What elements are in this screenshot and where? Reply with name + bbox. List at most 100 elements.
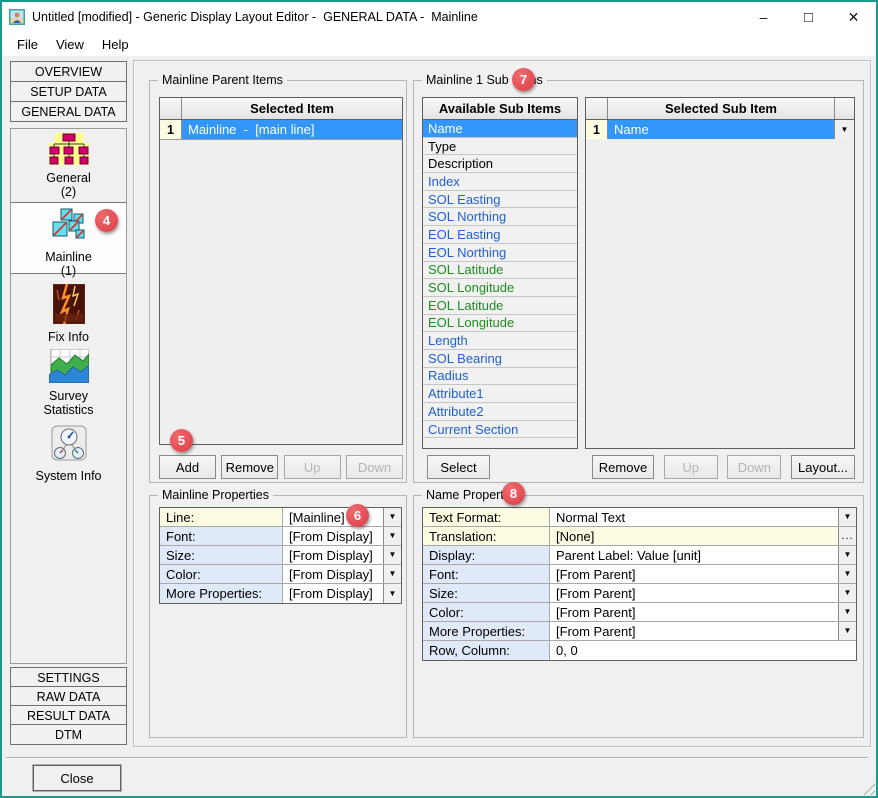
list-item[interactable]: EOL Easting: [423, 226, 577, 244]
more-properties-dropdown-button[interactable]: ▼: [383, 584, 401, 603]
sidebar-button-overview[interactable]: OVERVIEW: [10, 61, 127, 82]
add-button[interactable]: Add: [159, 455, 216, 479]
minimize-button[interactable]: –: [741, 2, 786, 32]
selected-sub-item-cell[interactable]: Name: [608, 120, 834, 139]
sidebar-item-label: Mainline: [27, 250, 111, 264]
down-sub-button[interactable]: Down: [727, 455, 781, 479]
list-item[interactable]: Index: [423, 173, 577, 191]
selected-item-cell[interactable]: Mainline - [main line]: [182, 120, 402, 139]
up-button[interactable]: Up: [284, 455, 341, 479]
list-item[interactable]: Description: [423, 155, 577, 173]
list-item[interactable]: Length: [423, 332, 577, 350]
size-value[interactable]: [From Display]: [283, 546, 383, 564]
table-row[interactable]: 1 Name ▼: [586, 120, 854, 140]
down-button[interactable]: Down: [346, 455, 403, 479]
more-properties-value[interactable]: [From Display]: [283, 584, 383, 603]
more-properties-value[interactable]: [From Parent]: [550, 622, 838, 640]
color-value[interactable]: [From Display]: [283, 565, 383, 583]
list-item[interactable]: Current Section: [423, 421, 577, 439]
display-value[interactable]: Parent Label: Value [unit]: [550, 546, 838, 564]
menu-file[interactable]: File: [8, 35, 47, 54]
property-row-text-format: Text Format: Normal Text ▼: [423, 508, 856, 527]
row-column-value[interactable]: 0, 0: [550, 641, 856, 660]
property-row-size: Size: [From Parent] ▼: [423, 584, 856, 603]
list-item[interactable]: Name: [423, 120, 577, 138]
color-dropdown-button[interactable]: ▼: [838, 603, 856, 621]
row-number-cell: 1: [160, 120, 182, 139]
list-item[interactable]: SOL Longitude: [423, 279, 577, 297]
app-icon: [9, 9, 25, 25]
property-row-font: Font: [From Display] ▼: [160, 527, 401, 546]
list-item[interactable]: EOL Northing: [423, 244, 577, 262]
window-title: Untitled [modified] - Generic Display La…: [32, 10, 741, 24]
select-button[interactable]: Select: [427, 455, 490, 479]
menu-view[interactable]: View: [47, 35, 93, 54]
translation-value[interactable]: [None]: [550, 527, 838, 545]
color-value[interactable]: [From Parent]: [550, 603, 838, 621]
sidebar-button-settings[interactable]: SETTINGS: [10, 667, 127, 688]
sidebar-button-setup-data[interactable]: SETUP DATA: [10, 81, 127, 102]
menu-bar: File View Help: [2, 32, 876, 56]
list-item[interactable]: SOL Northing: [423, 208, 577, 226]
font-dropdown-button[interactable]: ▼: [838, 565, 856, 583]
chevron-down-icon: ▼: [844, 551, 852, 559]
group-mainline-parent-items: Mainline Parent Items Selected Item 1 Ma…: [149, 80, 407, 483]
annotation-badge-8: 8: [502, 482, 525, 505]
chevron-down-icon: ▼: [389, 590, 397, 598]
list-item[interactable]: SOL Easting: [423, 191, 577, 209]
sidebar-item-survey-statistics[interactable]: Survey Statistics: [11, 347, 126, 421]
sidebar-item-system-info[interactable]: System Info: [11, 423, 126, 489]
font-dropdown-button[interactable]: ▼: [383, 527, 401, 545]
property-row-size: Size: [From Display] ▼: [160, 546, 401, 565]
list-item[interactable]: Attribute2: [423, 403, 577, 421]
sidebar-item-label: Survey Statistics: [27, 389, 111, 417]
size-dropdown-button[interactable]: ▼: [383, 546, 401, 564]
color-dropdown-button[interactable]: ▼: [383, 565, 401, 583]
group-title: Mainline Properties: [158, 488, 273, 503]
close-window-button[interactable]: ✕: [831, 2, 876, 32]
size-value[interactable]: [From Parent]: [550, 584, 838, 602]
layout-button[interactable]: Layout...: [791, 455, 855, 479]
sidebar-button-raw-data[interactable]: RAW DATA: [10, 686, 127, 707]
remove-sub-button[interactable]: Remove: [592, 455, 654, 479]
size-dropdown-button[interactable]: ▼: [838, 584, 856, 602]
group-mainline-sub-items: Mainline 1 Sub Items Available Sub Items…: [413, 80, 864, 483]
font-value[interactable]: [From Display]: [283, 527, 383, 545]
annotation-badge-6: 6: [346, 504, 369, 527]
text-format-dropdown-button[interactable]: ▼: [838, 508, 856, 526]
list-item[interactable]: EOL Latitude: [423, 297, 577, 315]
more-properties-dropdown-button[interactable]: ▼: [838, 622, 856, 640]
menu-help[interactable]: Help: [93, 35, 138, 54]
close-button[interactable]: Close: [33, 765, 121, 791]
list-item[interactable]: Radius: [423, 368, 577, 386]
sidebar-button-general-data[interactable]: GENERAL DATA: [10, 101, 127, 122]
text-format-value[interactable]: Normal Text: [550, 508, 838, 526]
chevron-down-icon: ▼: [844, 608, 852, 616]
sidebar-item-label: General: [27, 171, 111, 185]
footer-divider: [6, 757, 868, 759]
sidebar-button-result-data[interactable]: RESULT DATA: [10, 705, 127, 726]
font-value[interactable]: [From Parent]: [550, 565, 838, 583]
list-item[interactable]: SOL Latitude: [423, 262, 577, 280]
chevron-down-icon: ▼: [841, 126, 849, 134]
sub-item-dropdown-button[interactable]: ▼: [834, 120, 854, 139]
display-dropdown-button[interactable]: ▼: [838, 546, 856, 564]
list-item[interactable]: Type: [423, 138, 577, 156]
sidebar-item-fix-info[interactable]: Fix Info: [11, 282, 126, 344]
sidebar-item-general[interactable]: General (2): [11, 131, 126, 199]
list-item[interactable]: EOL Longitude: [423, 315, 577, 333]
system-info-gauges-icon: [49, 425, 89, 463]
sidebar-button-dtm[interactable]: DTM: [10, 724, 127, 745]
remove-button[interactable]: Remove: [221, 455, 278, 479]
chevron-down-icon: ▼: [389, 570, 397, 578]
table-row[interactable]: 1 Mainline - [main line]: [160, 120, 402, 140]
list-item[interactable]: Attribute1: [423, 385, 577, 403]
resize-grip[interactable]: [860, 780, 875, 795]
list-item[interactable]: SOL Bearing: [423, 350, 577, 368]
hierarchy-icon: [49, 133, 89, 165]
up-sub-button[interactable]: Up: [664, 455, 718, 479]
selected-item-table: Selected Item 1 Mainline - [main line]: [159, 97, 403, 445]
line-dropdown-button[interactable]: ▼: [383, 508, 401, 526]
translation-ellipsis-button[interactable]: ...: [838, 527, 856, 545]
maximize-button[interactable]: □: [786, 2, 831, 32]
